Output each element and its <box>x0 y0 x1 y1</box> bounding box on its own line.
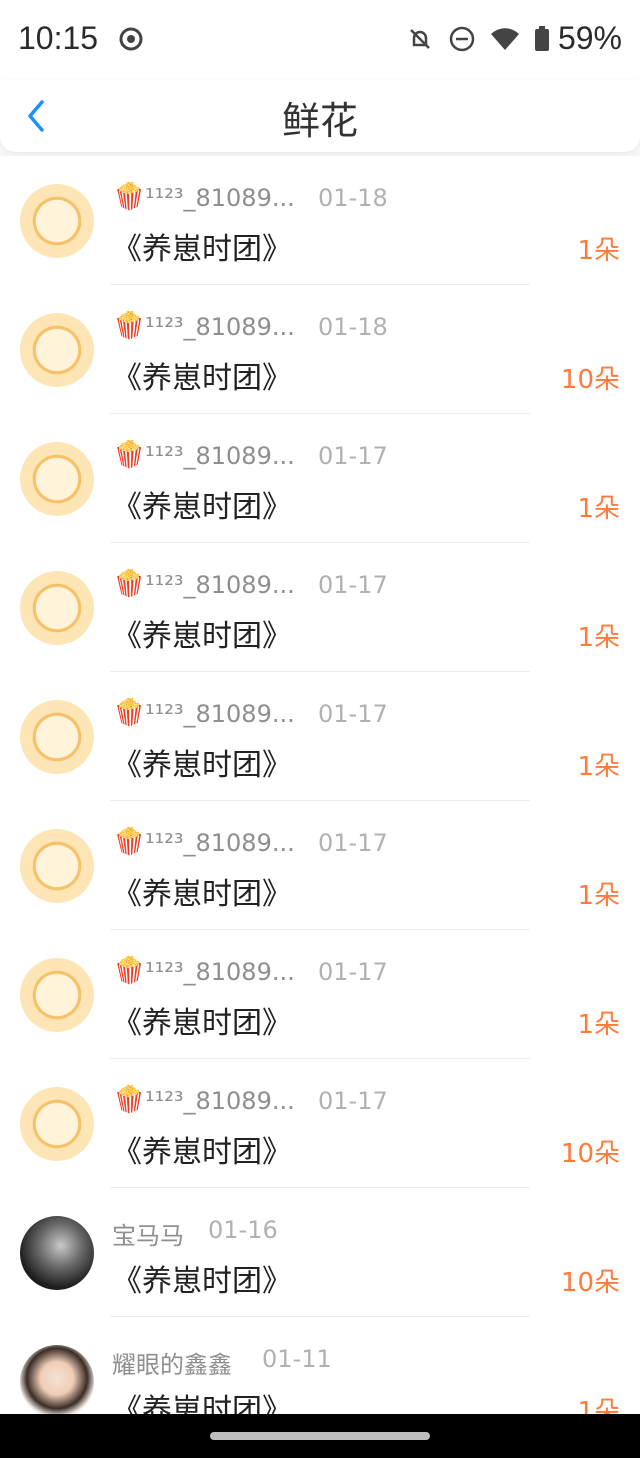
list-item[interactable]: 🍿 ¹¹²³_81089... 01-18 《养崽时团》 1朵 <box>0 156 640 285</box>
book-title: 《养崽时团》 <box>112 1135 292 1170</box>
page-title: 鲜花 <box>281 99 358 143</box>
avatar[interactable] <box>20 1087 94 1161</box>
popcorn-icon: 🍿 <box>113 569 146 599</box>
username: 宝马马 <box>112 1222 184 1250</box>
home-gesture-handle[interactable] <box>210 1432 430 1440</box>
flower-count: 1朵 <box>577 752 620 782</box>
date: 01-17 <box>318 1087 388 1115</box>
list-item[interactable]: 🍿 ¹¹²³_81089... 01-18 《养崽时团》 10朵 <box>0 285 640 414</box>
top-app-bar: 鲜花 <box>0 80 640 152</box>
username: ¹¹²³_81089... <box>145 1087 295 1115</box>
list-item[interactable]: 🍿 ¹¹²³_81089... 01-17 《养崽时团》 1朵 <box>0 801 640 930</box>
date: 01-17 <box>318 829 388 857</box>
avatar[interactable] <box>20 958 94 1032</box>
popcorn-icon: 🍿 <box>113 827 146 857</box>
popcorn-icon: 🍿 <box>113 956 146 986</box>
book-title: 《养崽时团》 <box>112 490 292 525</box>
flower-count: 1朵 <box>577 1397 620 1414</box>
avatar[interactable] <box>20 829 94 903</box>
avatar[interactable] <box>20 313 94 387</box>
book-title: 《养崽时团》 <box>112 877 292 912</box>
date: 01-18 <box>318 313 388 341</box>
username: ¹¹²³_81089... <box>145 571 295 599</box>
list-item[interactable]: 耀眼的鑫鑫 01-11 《养崽时团》 1朵 <box>0 1317 640 1414</box>
do-not-disturb-icon <box>449 26 475 51</box>
username: ¹¹²³_81089... <box>145 313 295 341</box>
list-item[interactable]: 宝马马 01-16 《养崽时团》 10朵 <box>0 1188 640 1317</box>
date: 01-11 <box>262 1345 332 1373</box>
list-item[interactable]: 🍿 ¹¹²³_81089... 01-17 《养崽时团》 1朵 <box>0 930 640 1059</box>
book-title: 《养崽时团》 <box>112 748 292 783</box>
avatar[interactable] <box>20 184 94 258</box>
book-title: 《养崽时团》 <box>112 1393 292 1414</box>
book-title: 《养崽时团》 <box>112 619 292 654</box>
list-item[interactable]: 🍿 ¹¹²³_81089... 01-17 《养崽时团》 1朵 <box>0 672 640 801</box>
username: ¹¹²³_81089... <box>145 958 295 986</box>
book-title: 《养崽时团》 <box>112 1006 292 1041</box>
wifi-icon <box>490 27 519 50</box>
avatar[interactable] <box>20 442 94 516</box>
popcorn-icon: 🍿 <box>113 440 146 470</box>
date: 01-18 <box>318 184 388 212</box>
username: ¹¹²³_81089... <box>145 829 295 857</box>
username: ¹¹²³_81089... <box>145 700 295 728</box>
flower-count: 1朵 <box>577 881 620 911</box>
battery-icon <box>534 25 549 51</box>
avatar[interactable] <box>20 700 94 774</box>
date: 01-17 <box>318 958 388 986</box>
book-title: 《养崽时团》 <box>112 232 292 267</box>
avatar[interactable] <box>20 571 94 645</box>
date: 01-16 <box>208 1216 278 1244</box>
popcorn-icon: 🍿 <box>113 1085 146 1115</box>
date: 01-17 <box>318 442 388 470</box>
system-navigation-bar <box>0 1414 640 1458</box>
list-item[interactable]: 🍿 ¹¹²³_81089... 01-17 《养崽时团》 1朵 <box>0 414 640 543</box>
flower-count: 1朵 <box>577 1010 620 1040</box>
screen-record-icon <box>119 27 143 51</box>
status-time: 10:15 <box>18 20 99 56</box>
avatar[interactable] <box>20 1345 94 1414</box>
list-item[interactable]: 🍿 ¹¹²³_81089... 01-17 《养崽时团》 1朵 <box>0 543 640 672</box>
battery-percentage: 59% <box>557 20 622 56</box>
book-title: 《养崽时团》 <box>112 361 292 396</box>
date: 01-17 <box>318 700 388 728</box>
popcorn-icon: 🍿 <box>113 311 146 341</box>
avatar[interactable] <box>20 1216 94 1290</box>
list-item[interactable]: 🍿 ¹¹²³_81089... 01-17 《养崽时团》 10朵 <box>0 1059 640 1188</box>
username: ¹¹²³_81089... <box>145 442 295 470</box>
popcorn-icon: 🍿 <box>113 182 146 212</box>
flower-count: 1朵 <box>577 623 620 653</box>
flower-count: 1朵 <box>577 236 620 266</box>
flower-count: 1朵 <box>577 494 620 524</box>
status-bar: 10:15 59% <box>0 0 640 80</box>
username: 耀眼的鑫鑫 <box>112 1351 232 1379</box>
book-title: 《养崽时团》 <box>112 1264 292 1299</box>
flower-count: 10朵 <box>560 1139 620 1169</box>
flower-records-list[interactable]: 🍿 ¹¹²³_81089... 01-18 《养崽时团》 1朵 🍿 ¹¹²³_81089..… <box>0 156 640 1414</box>
username: ¹¹²³_81089... <box>145 184 295 212</box>
date: 01-17 <box>318 571 388 599</box>
flower-count: 10朵 <box>560 365 620 395</box>
flower-count: 10朵 <box>560 1268 620 1298</box>
popcorn-icon: 🍿 <box>113 698 146 728</box>
notifications-off-icon <box>410 28 430 49</box>
